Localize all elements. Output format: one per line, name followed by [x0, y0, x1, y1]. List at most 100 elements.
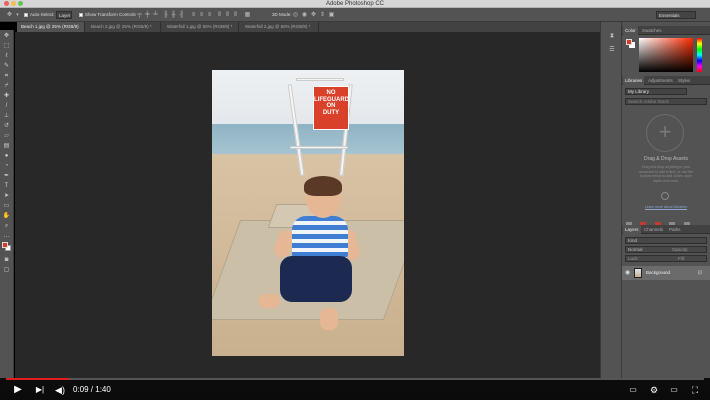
- distribute-bottom-icon[interactable]: ≡: [206, 11, 213, 19]
- library-select[interactable]: My Library: [625, 88, 687, 95]
- 3d-roll-icon[interactable]: ◉: [301, 11, 308, 19]
- eyedropper-tool-icon[interactable]: ⌿: [2, 82, 11, 90]
- color-picker-field[interactable]: [639, 38, 693, 72]
- foreground-color-swatch[interactable]: [2, 242, 8, 248]
- quick-select-tool-icon[interactable]: ✎: [2, 62, 11, 70]
- dodge-tool-icon[interactable]: ◔: [2, 162, 11, 170]
- video-controls: ▶ ▶| ◀) 0:09 / 1:40 ▭ ⚙ ▭ ⛶: [0, 378, 710, 400]
- visibility-eye-icon[interactable]: ◉: [625, 269, 630, 277]
- align-top-icon[interactable]: ╤: [136, 11, 143, 19]
- distribute-middle-icon[interactable]: ≡: [198, 11, 205, 19]
- align-right-icon[interactable]: ╢: [178, 11, 185, 19]
- video-progress-track[interactable]: [6, 378, 704, 380]
- lock-icon[interactable]: ⊡: [698, 269, 702, 277]
- info-icon: [661, 192, 669, 200]
- add-asset-icon: +: [646, 114, 684, 152]
- auto-align-icon[interactable]: ▦: [244, 11, 251, 19]
- distribute-right-icon[interactable]: ⦀: [232, 11, 239, 19]
- auto-select-dropdown[interactable]: Layer: [56, 11, 72, 19]
- blend-opacity-row: Normal Opacity:: [625, 246, 707, 253]
- quick-mask-icon[interactable]: ◙: [2, 256, 11, 264]
- brush-tool-icon[interactable]: /: [2, 102, 11, 110]
- tab-libraries[interactable]: Libraries: [623, 76, 645, 85]
- tab-styles[interactable]: Styles: [676, 76, 692, 85]
- blur-tool-icon[interactable]: ●: [2, 152, 11, 160]
- crop-tool-icon[interactable]: ⌗: [2, 72, 11, 80]
- zoom-tool-icon[interactable]: ⌕: [2, 222, 11, 230]
- history-panel-icon[interactable]: ⧗: [608, 32, 616, 40]
- layer-row-background[interactable]: ◉ Background ⊡: [622, 266, 710, 280]
- 3d-orbit-icon[interactable]: ◎: [292, 11, 299, 19]
- options-bar: ✥ ▾ Auto-Select: Layer Show Transform Co…: [0, 8, 710, 22]
- gradient-tool-icon[interactable]: ▤: [2, 142, 11, 150]
- next-icon[interactable]: ▶|: [34, 384, 46, 396]
- baby-foot-right: [320, 308, 338, 330]
- pen-tool-icon[interactable]: ✒: [2, 172, 11, 180]
- 3d-pan-icon[interactable]: ✥: [310, 11, 317, 19]
- move-tool-icon[interactable]: ✥: [6, 11, 13, 19]
- fullscreen-icon[interactable]: ⛶: [688, 384, 702, 396]
- clone-stamp-tool-icon[interactable]: ⊥: [2, 112, 11, 120]
- more-tools-icon[interactable]: …: [2, 232, 11, 240]
- path-select-tool-icon[interactable]: ➤: [2, 192, 11, 200]
- drag-drop-title: Drag & Drop Assets: [644, 156, 688, 162]
- tab-waterfall-2[interactable]: Waterfall 2.jpg @ 50% (RGB/8) *: [241, 22, 319, 32]
- app-title: Adobe Photoshop CC: [325, 1, 385, 7]
- rectangle-tool-icon[interactable]: ▭: [2, 202, 11, 210]
- volume-icon[interactable]: ◀): [54, 384, 66, 396]
- tab-adjustments[interactable]: Adjustments: [646, 76, 675, 85]
- tab-color[interactable]: Color: [623, 26, 638, 35]
- hand-tool-icon[interactable]: ✋: [2, 212, 11, 220]
- distribute-center-icon[interactable]: ⦀: [224, 11, 231, 19]
- align-left-icon[interactable]: ╟: [162, 11, 169, 19]
- baby-hair: [304, 176, 342, 196]
- auto-select-checkbox[interactable]: [24, 13, 28, 17]
- tab-beach-2[interactable]: Beach 2.jpg @ 25% (RGB/8) *: [87, 22, 161, 32]
- panel-foreground-swatch[interactable]: [626, 39, 632, 45]
- layer-filter-row[interactable]: Kind: [625, 237, 707, 244]
- miniplayer-icon[interactable]: ▭: [668, 384, 680, 396]
- align-bottom-icon[interactable]: ╧: [152, 11, 159, 19]
- distribute-left-icon[interactable]: ⦀: [216, 11, 223, 19]
- lifeguard-chair: NO LIFEGUARD ON DUTY: [286, 76, 353, 176]
- hue-slider[interactable]: [697, 38, 702, 72]
- lasso-tool-icon[interactable]: ℓ: [2, 52, 11, 60]
- baby-pants: [280, 256, 352, 302]
- drag-drop-description: Drag and drop anything in your document …: [638, 165, 694, 183]
- history-brush-tool-icon[interactable]: ↺: [2, 122, 11, 130]
- tab-swatches[interactable]: Swatches: [640, 26, 664, 35]
- type-tool-icon[interactable]: T: [2, 182, 11, 190]
- play-icon[interactable]: ▶: [12, 384, 24, 396]
- 3d-slide-icon[interactable]: ⇕: [319, 11, 326, 19]
- no-lifeguard-sign: NO LIFEGUARD ON DUTY: [313, 86, 349, 130]
- tab-beach-1[interactable]: Beach 1.jpg @ 25% (RGB/8): [17, 22, 85, 32]
- subtitles-icon[interactable]: ▭: [626, 384, 640, 396]
- align-middle-icon[interactable]: ╪: [144, 11, 151, 19]
- document-image[interactable]: NO LIFEGUARD ON DUTY: [212, 70, 404, 356]
- screen-mode-icon[interactable]: ▢: [2, 266, 11, 274]
- 3d-scale-icon[interactable]: ▣: [328, 11, 335, 19]
- move-tool-icon[interactable]: ✥: [2, 32, 11, 40]
- align-center-icon[interactable]: ╫: [170, 11, 177, 19]
- show-transform-checkbox[interactable]: [79, 13, 83, 17]
- marquee-tool-icon[interactable]: ⬚: [2, 42, 11, 50]
- layer-name: Background: [646, 270, 671, 275]
- learn-more-link[interactable]: Learn more about Libraries: [622, 205, 710, 209]
- tab-channels[interactable]: Channels: [642, 225, 665, 234]
- properties-panel-icon[interactable]: ☰: [608, 46, 616, 54]
- stock-search-input[interactable]: Search Adobe Stock: [625, 98, 707, 105]
- tab-waterfall-1[interactable]: Waterfall 1.jpg @ 50% (RGB/8) *: [163, 22, 239, 32]
- fill-label: Fill:: [678, 256, 685, 261]
- panels-dock: Color Swatches Libraries Adjustments Sty…: [622, 22, 710, 378]
- tab-layers[interactable]: Layers: [623, 225, 641, 234]
- workspace-switcher[interactable]: Essentials: [656, 11, 696, 19]
- auto-select-label: Auto-Select:: [30, 12, 55, 17]
- settings-icon[interactable]: ⚙: [647, 384, 661, 396]
- blend-mode-select[interactable]: Normal: [628, 247, 643, 253]
- tool-preset-chevron-icon[interactable]: ▾: [14, 11, 21, 19]
- eraser-tool-icon[interactable]: ▱: [2, 132, 11, 140]
- healing-brush-tool-icon[interactable]: ✚: [2, 92, 11, 100]
- distribute-top-icon[interactable]: ≡: [190, 11, 197, 19]
- libraries-panel-tabs: Libraries Adjustments Styles: [622, 76, 710, 85]
- tab-paths[interactable]: Paths: [667, 225, 683, 234]
